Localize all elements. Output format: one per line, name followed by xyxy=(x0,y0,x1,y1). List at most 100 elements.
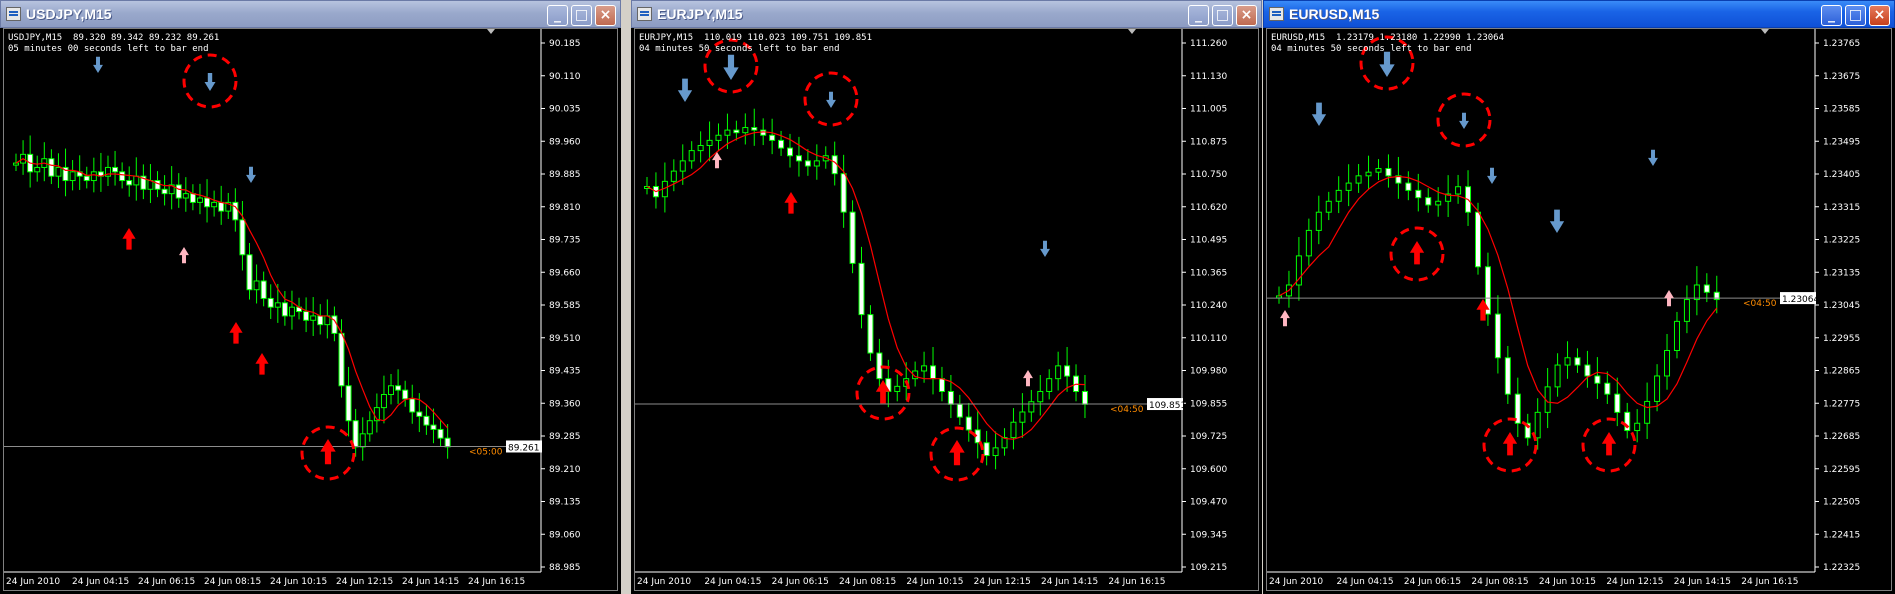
price-tick-label: 89.510 xyxy=(549,334,581,344)
sell-arrow-icon xyxy=(1379,51,1395,77)
candle-body xyxy=(345,385,352,422)
buy-arrow-icon xyxy=(320,439,336,465)
candle-body xyxy=(956,403,963,418)
candle-body xyxy=(288,306,295,317)
candle-body xyxy=(317,315,324,326)
chart-window-icon xyxy=(637,7,652,21)
price-chart[interactable]: 111.260 111.130 111.005 110.875 110.750 110.6… xyxy=(634,28,1259,591)
candle-body xyxy=(1081,390,1088,405)
price-tick-label: 110.875 xyxy=(1190,137,1227,147)
time-tick-label: 24 Jun 04:15 xyxy=(1336,577,1393,587)
price-tick-label: 89.735 xyxy=(549,236,581,246)
time-tick-label: 24 Jun 10:15 xyxy=(270,577,327,587)
price-chart[interactable]: 90.185 90.110 90.035 89.960 89.885 89.810 89.7… xyxy=(3,28,618,591)
buy-arrow-icon xyxy=(1409,241,1425,265)
price-tick-label: 90.185 xyxy=(549,39,581,49)
candle-body xyxy=(867,314,874,354)
candle-body xyxy=(380,394,387,409)
candle-body xyxy=(119,171,126,182)
price-tick-label: 110.495 xyxy=(1190,236,1227,246)
price-tick-label: 111.130 xyxy=(1190,72,1227,82)
close-button[interactable]: × xyxy=(595,5,616,26)
candle-body xyxy=(715,134,722,141)
title-bar[interactable]: EURJPY,M15 _ □ × xyxy=(631,0,1262,28)
chart-info: USDJPY,M15 89.320 89.342 89.232 89.261 0… xyxy=(8,33,219,55)
price-tick-label: 110.750 xyxy=(1190,170,1227,180)
price-tick-label: 1.22685 xyxy=(1823,432,1860,442)
maximize-button[interactable]: □ xyxy=(1845,5,1866,26)
price-tick-label: 1.22505 xyxy=(1823,498,1860,508)
candle-body xyxy=(733,129,740,134)
candle-body xyxy=(858,262,865,316)
maximize-button[interactable]: □ xyxy=(1212,5,1233,26)
price-tick-label: 109.980 xyxy=(1190,367,1227,377)
sell-arrow-icon xyxy=(246,166,256,183)
bar-timer: 05 minutes 00 seconds left to bar end xyxy=(8,44,209,54)
time-tick-label: 24 Jun 08:15 xyxy=(839,577,896,587)
buy-arrow-icon xyxy=(1023,370,1033,387)
buy-arrow-icon xyxy=(229,322,243,344)
minimize-button[interactable]: _ xyxy=(1821,5,1842,26)
chart-window-eurjpy[interactable]: EURJPY,M15 _ □ × 111.260 111.130 111.005 11… xyxy=(631,0,1262,594)
candle-body xyxy=(395,385,402,391)
price-tick-label: 1.22325 xyxy=(1823,563,1860,573)
candle-body xyxy=(849,211,856,264)
candle-body xyxy=(274,302,281,308)
minimize-button[interactable]: _ xyxy=(547,5,568,26)
candle-body xyxy=(947,390,954,405)
candle-body xyxy=(778,139,785,149)
minimize-button[interactable]: _ xyxy=(1188,5,1209,26)
candle-body xyxy=(310,315,317,321)
candle-body xyxy=(359,433,366,448)
candle-body xyxy=(1644,400,1651,424)
sell-arrow-icon xyxy=(1549,209,1565,233)
price-tick-label: 110.365 xyxy=(1190,268,1227,278)
sell-arrow-icon xyxy=(1311,102,1327,126)
bar-countdown: <04:50 xyxy=(1110,405,1144,415)
title-bar[interactable]: EURUSD,M15 _ □ × xyxy=(1263,0,1895,28)
price-tick-label: 89.435 xyxy=(549,367,581,377)
candle-body xyxy=(876,352,883,380)
candle-body xyxy=(769,134,776,141)
title-bar[interactable]: USDJPY,M15 _ □ × xyxy=(0,0,621,28)
time-tick-label: 24 Jun 06:15 xyxy=(772,577,829,587)
candle-body xyxy=(1028,401,1035,413)
chart-window-usdjpy[interactable]: USDJPY,M15 _ □ × 90.185 90.110 90.035 89.96… xyxy=(0,0,621,594)
price-tick-label: 1.22595 xyxy=(1823,465,1860,475)
candle-body xyxy=(303,311,310,321)
buy-arrow-icon xyxy=(122,228,136,250)
candle-body xyxy=(787,147,794,157)
time-tick-label: 24 Jun 04:15 xyxy=(704,577,761,587)
price-tick-label: 1.23495 xyxy=(1823,137,1860,147)
candle-body xyxy=(196,197,203,203)
sell-arrow-icon xyxy=(204,73,216,91)
chart-window-eurusd[interactable]: EURUSD,M15 _ □ × 1.23765 1.23675 1.23585 1.… xyxy=(1263,0,1895,594)
time-tick-label: 24 Jun 10:15 xyxy=(1539,577,1596,587)
candle-body xyxy=(1375,168,1382,173)
candle-body xyxy=(402,389,409,400)
candle-body xyxy=(430,424,437,430)
close-button[interactable]: × xyxy=(1869,5,1890,26)
candle-body xyxy=(161,188,168,195)
candle-body xyxy=(1604,382,1611,395)
candle-body xyxy=(697,144,704,152)
time-tick-label: 24 Jun 12:15 xyxy=(974,577,1031,587)
price-tick-label: 1.22865 xyxy=(1823,367,1860,377)
candle-body xyxy=(1584,364,1591,377)
close-button[interactable]: × xyxy=(1236,5,1257,26)
candle-body xyxy=(218,201,225,212)
candle-body xyxy=(983,442,990,457)
time-tick-label: 24 Jun 06:15 xyxy=(1404,577,1461,587)
time-tick-label: 24 Jun 10:15 xyxy=(906,577,963,587)
maximize-button[interactable]: □ xyxy=(571,5,592,26)
candle-body xyxy=(182,193,189,199)
price-chart[interactable]: 1.23765 1.23675 1.23585 1.23495 1.23405 1.233… xyxy=(1266,28,1892,591)
candle-body xyxy=(246,254,253,291)
candle-body xyxy=(211,201,218,208)
candle-body xyxy=(175,184,182,199)
candle-body xyxy=(253,280,260,291)
price-tick-label: 111.005 xyxy=(1190,105,1227,115)
price-tick-label: 109.600 xyxy=(1190,465,1227,475)
time-tick-label: 24 Jun 14:15 xyxy=(1674,577,1731,587)
candle-body xyxy=(409,398,416,413)
